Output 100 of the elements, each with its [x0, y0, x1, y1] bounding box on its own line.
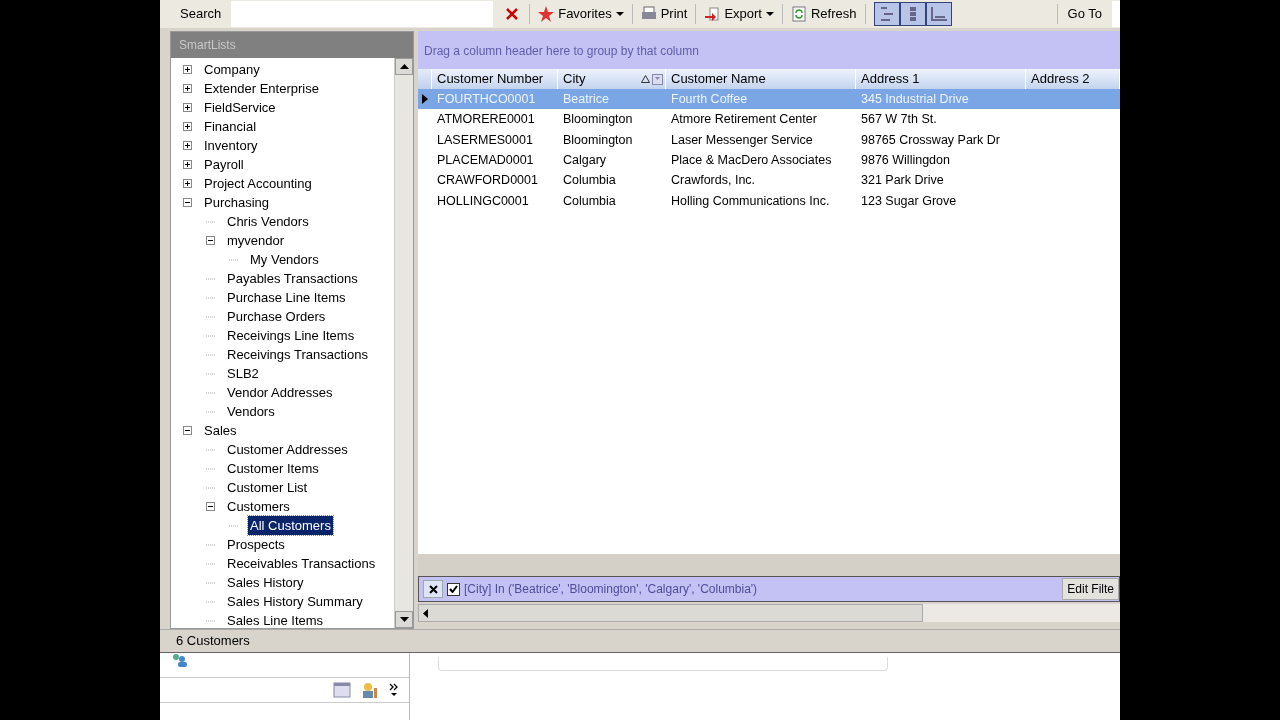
expand-icon[interactable] [183, 65, 192, 74]
table-row[interactable]: CRAWFORD0001 Columbia Crawfords, Inc. 321 Park Drive [418, 170, 1120, 191]
window-icon[interactable] [333, 682, 351, 698]
scroll-up-icon[interactable] [399, 64, 409, 69]
column-header[interactable]: City [558, 69, 666, 89]
tree-item[interactable]: Extender Enterprise [202, 78, 321, 99]
column-header[interactable]: Address 1 [856, 69, 1026, 89]
table-row[interactable]: HOLLINGC0001 Columbia Holling Communications Inc. 123 Sugar Grove [418, 190, 1120, 212]
expand-icon[interactable] [183, 141, 192, 150]
tree-item[interactable]: SLB2 [225, 363, 261, 384]
tree-item[interactable]: Sales Line Items [225, 610, 326, 628]
tree-connector-icon [206, 391, 215, 394]
tree-item[interactable]: Inventory [202, 135, 260, 156]
column-header[interactable]: Address 2 [1026, 69, 1120, 89]
tree-item[interactable]: Vendors [225, 401, 277, 422]
scroll-left-icon[interactable] [423, 608, 428, 618]
tree-connector-icon [206, 600, 215, 603]
tree-item[interactable]: Purchase Line Items [225, 287, 348, 308]
table-cell-text: ATMORERE0001 [436, 111, 536, 129]
export-button[interactable]: Export [700, 2, 778, 26]
tree-item[interactable]: Vendor Addresses [225, 382, 335, 403]
column-header[interactable]: Customer Number [432, 69, 558, 89]
table-cell-text: Laser Messenger Service [670, 131, 814, 149]
chevron-icon[interactable] [389, 683, 399, 697]
expand-icon[interactable] [183, 84, 192, 93]
table-cell-text: PLACEMAD0001 [436, 152, 535, 169]
table-cell-text: FOURTHCO0001 [436, 90, 537, 108]
tree-item[interactable]: Sales [202, 420, 239, 441]
tree-item[interactable]: Customer Items [225, 458, 321, 479]
tree-item[interactable]: Customer Addresses [225, 439, 350, 460]
tree-item[interactable]: myvendor [225, 230, 287, 251]
go-to-field[interactable] [1112, 1, 1120, 27]
horizontal-scrollbar[interactable] [418, 604, 1120, 622]
favorites-button[interactable]: Favorites [534, 2, 628, 26]
remove-filter-button[interactable] [423, 580, 443, 598]
tree-item[interactable]: Prospects [225, 534, 287, 555]
column-header[interactable]: Customer Name [666, 69, 856, 89]
collapse-icon[interactable] [206, 236, 215, 245]
tree-item[interactable]: Payroll [202, 154, 246, 175]
view-toggle-button[interactable] [899, 2, 926, 26]
expand-icon[interactable] [183, 179, 192, 188]
table-cell-text: Place & MacDero Associates [670, 152, 833, 169]
table-row[interactable]: ATMORERE0001 Bloomington Atmore Retirement Center 567 W 7th St. [418, 109, 1120, 130]
tree-item[interactable]: Customers [225, 496, 292, 517]
tree-item[interactable]: Purchasing [202, 192, 272, 213]
search-field[interactable] [231, 1, 494, 27]
scroll-down-icon[interactable] [399, 617, 409, 622]
filter-icon[interactable] [652, 73, 663, 85]
view-toggle-button[interactable] [873, 2, 900, 26]
status-bar-text: 6 Customers [176, 632, 250, 651]
table-cell-text: 123 Sugar Grove [860, 192, 958, 210]
tree-item[interactable]: All Customers [248, 515, 333, 536]
table-row[interactable]: PLACEMAD0001 Calgary Place & MacDero Associates 9876 Willingdon [418, 150, 1120, 171]
tree-item[interactable]: My Vendors [248, 249, 321, 270]
tree-connector-icon [206, 619, 215, 622]
tree-connector-icon [206, 543, 215, 546]
header-corner [418, 69, 432, 89]
tree-item[interactable]: FieldService [202, 97, 278, 118]
collapse-icon[interactable] [206, 502, 215, 511]
filter-checkbox[interactable] [447, 582, 460, 596]
users-icon[interactable] [361, 682, 379, 698]
tree-item[interactable]: Receivables Transactions [225, 553, 378, 574]
table-cell-text: Crawfords, Inc. [670, 172, 757, 190]
check-icon [449, 585, 458, 593]
tree-item[interactable]: Project Accounting [202, 173, 314, 194]
tree-item[interactable]: Financial [202, 116, 259, 137]
expand-icon[interactable] [183, 160, 192, 169]
table-cell-text: Calgary [562, 152, 608, 169]
view-toggle-button[interactable] [925, 2, 952, 26]
table-cell-text: Holling Communications Inc. [670, 192, 831, 210]
table-cell-text: Bloomington [562, 111, 634, 129]
vertical-scrollbar[interactable] [394, 58, 413, 628]
expand-icon[interactable] [183, 122, 192, 131]
go-to-button[interactable]: Go To [1061, 4, 1108, 24]
tree-item[interactable]: Sales History [225, 572, 306, 593]
tree-item[interactable]: Purchase Orders [225, 306, 328, 327]
tree-item[interactable]: Receivings Line Items [225, 325, 357, 346]
tree-connector-icon [206, 353, 215, 356]
collapse-icon[interactable] [183, 426, 192, 435]
table-row[interactable]: LASERMES0001 Bloomington Laser Messenger Service 98765 Crossway Park Dr [418, 129, 1120, 151]
table-cell-text: Columbia [562, 172, 617, 190]
tree-item[interactable]: Payables Transactions [225, 268, 360, 289]
group-by-area[interactable]: Drag a column header here to group by that column [418, 31, 1120, 65]
table-cell-text: 9876 Willingdon [860, 152, 951, 169]
tree-item[interactable]: Receivings Transactions [225, 344, 370, 365]
tree-item[interactable]: Customer List [225, 477, 310, 498]
refresh-button[interactable]: Refresh [787, 2, 861, 26]
tree-item[interactable]: Sales History Summary [225, 591, 365, 612]
row-pointer-icon [422, 94, 428, 105]
filter-expression: [City] In ('Beatrice', 'Bloomington', 'Calgary', 'Columbia') [464, 581, 759, 598]
print-button[interactable]: Print [636, 2, 692, 26]
table-cell-text: Atmore Retirement Center [670, 111, 818, 129]
expand-icon[interactable] [183, 103, 192, 112]
edit-filter-button[interactable]: Edit Filte [1062, 578, 1119, 600]
table-cell-text: CRAWFORD0001 [436, 172, 539, 190]
search-label: Search [180, 5, 222, 24]
tree-item[interactable]: Company [202, 59, 262, 80]
collapse-icon[interactable] [183, 198, 192, 207]
tree-connector-icon [206, 486, 215, 489]
tree-item[interactable]: Chris Vendors [225, 211, 311, 232]
